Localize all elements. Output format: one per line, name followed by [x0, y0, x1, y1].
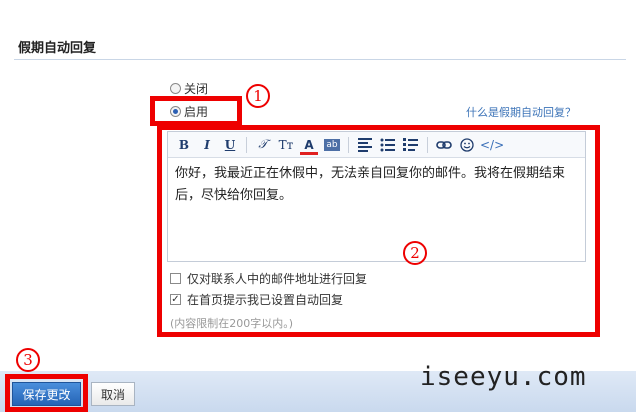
annotation-number-3: 3: [16, 348, 40, 372]
page-title: 假期自动回复: [18, 41, 97, 56]
annotation-box-2: [157, 125, 600, 337]
annotation-box-3: [5, 374, 88, 412]
annotation-number-1: 1: [246, 84, 270, 108]
annotation-box-1: [150, 96, 242, 126]
cancel-button[interactable]: 取消: [91, 382, 135, 406]
watermark: iseeyu.com: [420, 362, 587, 392]
radio-off-icon[interactable]: [170, 83, 181, 94]
help-link[interactable]: 什么是假期自动回复？: [466, 104, 576, 120]
radio-option-off[interactable]: 关闭: [170, 80, 208, 97]
title-divider: [14, 59, 626, 60]
annotation-number-2: 2: [403, 241, 427, 265]
radio-off-label: 关闭: [184, 82, 209, 96]
